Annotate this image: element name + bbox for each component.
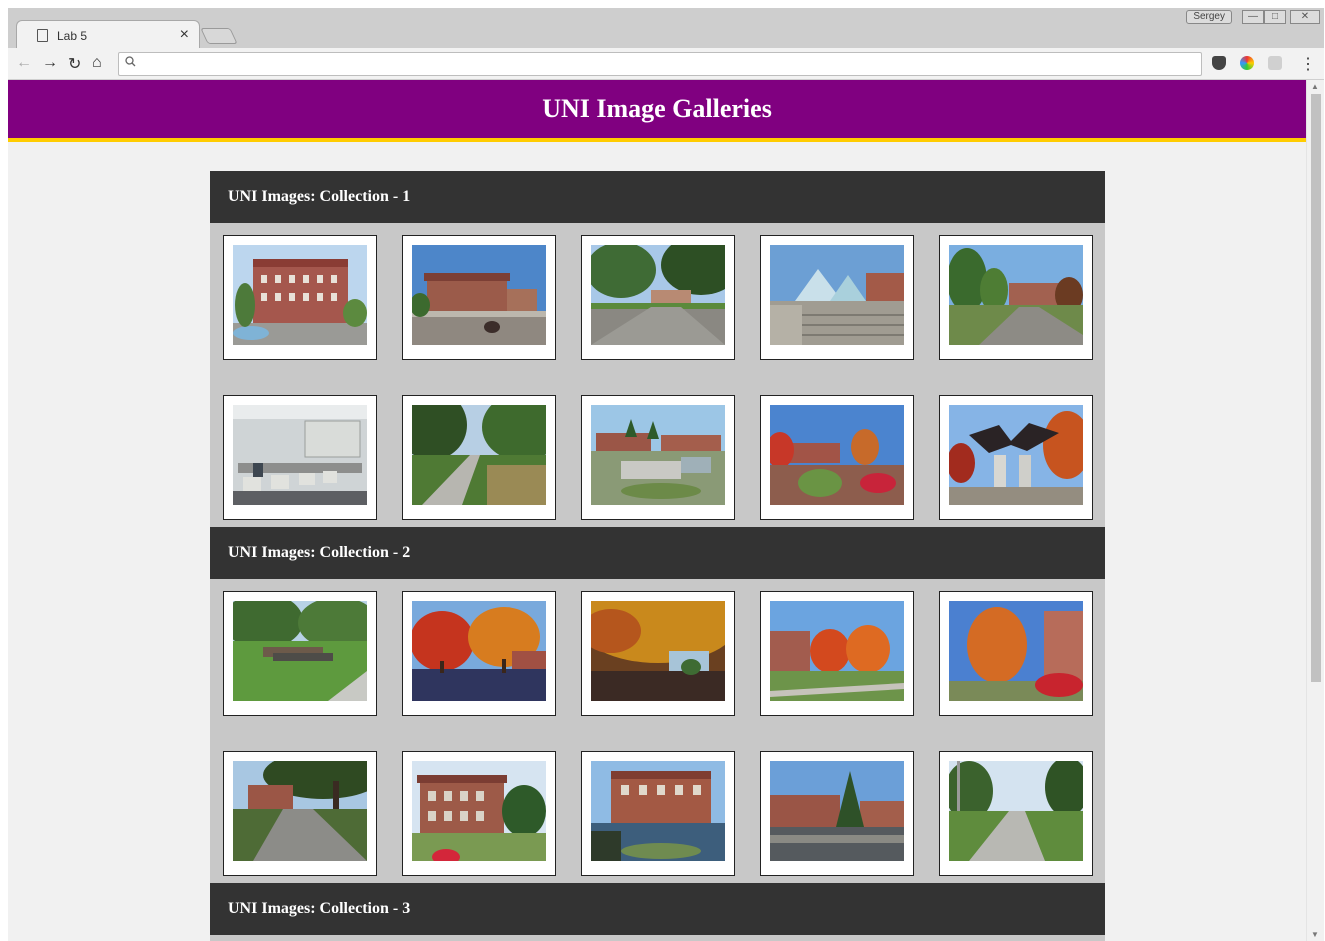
back-icon[interactable]: ← [16,54,32,72]
collection-2: UNI Images: Collection - 2 [210,527,1105,883]
search-icon [125,56,136,70]
thumbnail-grid [210,579,1105,883]
thumbnail[interactable] [223,591,377,716]
collection-title: UNI Images: Collection - 1 [210,171,1105,223]
scroll-thumb[interactable] [1311,94,1321,682]
browser-toolbar: ← → ↻ ⌂ ⋮ [8,48,1324,80]
photo-glass-pyramid-steps [770,245,904,345]
photo-brick-hall-spruce [770,760,904,861]
page-icon [37,29,48,42]
thumbnail[interactable] [223,750,377,876]
photo-brick-hall-plaza [591,760,725,861]
thumbnail[interactable] [402,235,556,360]
pdf-extension-icon[interactable] [1268,56,1282,70]
vertical-scrollbar[interactable]: ▲ ▼ [1306,80,1324,941]
collection-3: UNI Images: Collection - 3 [210,883,1105,935]
photo-autumn-canopy [591,601,725,701]
photo-tree-lined-path [412,404,546,505]
user-badge[interactable]: Sergey [1186,10,1232,24]
gallery-panel: UNI Images: Collection - 1 UNI Images: C… [210,171,1105,941]
photo-autumn-flowerbeds [770,404,904,505]
photo-shaded-walkway [233,760,367,861]
address-bar[interactable] [118,52,1202,76]
thumbnail[interactable] [760,750,914,876]
thumbnail[interactable] [223,235,377,360]
scroll-up-icon[interactable]: ▲ [1311,82,1319,91]
browser-chrome: Lab 5 × Sergey — □ ✕ ← → ↻ ⌂ ⋮ [8,8,1324,80]
tab-title: Lab 5 [57,29,88,43]
photo-long-sidewalk [949,760,1083,861]
collection-title: UNI Images: Collection - 3 [210,883,1105,935]
photo-autumn-trees-buildings [770,601,904,701]
photo-brick-hall-tree [412,760,546,861]
page-header: UNI Image Galleries [8,80,1306,142]
pocket-icon[interactable] [1212,56,1226,70]
thumbnail[interactable] [402,394,556,520]
thumbnail[interactable] [760,591,914,716]
new-tab-button[interactable] [200,28,238,44]
tab-strip: Lab 5 × Sergey — □ ✕ [8,8,1324,54]
thumbnail[interactable] [939,235,1093,360]
color-picker-icon[interactable] [1240,56,1254,70]
photo-campus-lawn-trees [949,245,1083,345]
photo-bird-sculpture [949,404,1083,505]
page-viewport: UNI Image Galleries UNI Images: Collecti… [8,80,1324,941]
thumbnail[interactable] [223,394,377,520]
photo-building-plaza [412,245,546,345]
collection-title: UNI Images: Collection - 2 [210,527,1105,579]
close-tab-icon[interactable]: × [180,26,189,44]
photo-campus-courtyard [591,404,725,505]
reload-icon[interactable]: ↻ [68,54,81,74]
menu-icon[interactable]: ⋮ [1300,54,1316,74]
maximize-button[interactable]: □ [1264,10,1286,24]
thumbnail[interactable] [402,750,556,876]
thumbnail[interactable] [581,394,735,520]
thumbnail[interactable] [939,591,1093,716]
page-title: UNI Image Galleries [542,94,772,123]
collection-1: UNI Images: Collection - 1 [210,171,1105,527]
thumbnail[interactable] [581,591,735,716]
photo-trees-walkway [591,245,725,345]
photo-autumn-tree-building [949,601,1083,701]
forward-icon[interactable]: → [42,54,58,72]
thumbnail[interactable] [581,235,735,360]
thumbnail[interactable] [760,394,914,520]
thumbnail-grid [210,223,1105,527]
thumbnail[interactable] [760,235,914,360]
thumbnail[interactable] [939,394,1093,520]
thumbnail[interactable] [939,750,1093,876]
thumbnail[interactable] [402,591,556,716]
photo-computer-lab [233,404,367,505]
photo-brick-building-fountain [233,245,367,345]
photo-cannon-lawn [233,601,367,701]
photo-autumn-trees-red [412,601,546,701]
home-icon[interactable]: ⌂ [92,54,102,72]
thumbnail[interactable] [581,750,735,876]
scroll-down-icon[interactable]: ▼ [1311,930,1319,939]
minimize-button[interactable]: — [1242,10,1264,24]
close-window-button[interactable]: ✕ [1290,10,1320,24]
